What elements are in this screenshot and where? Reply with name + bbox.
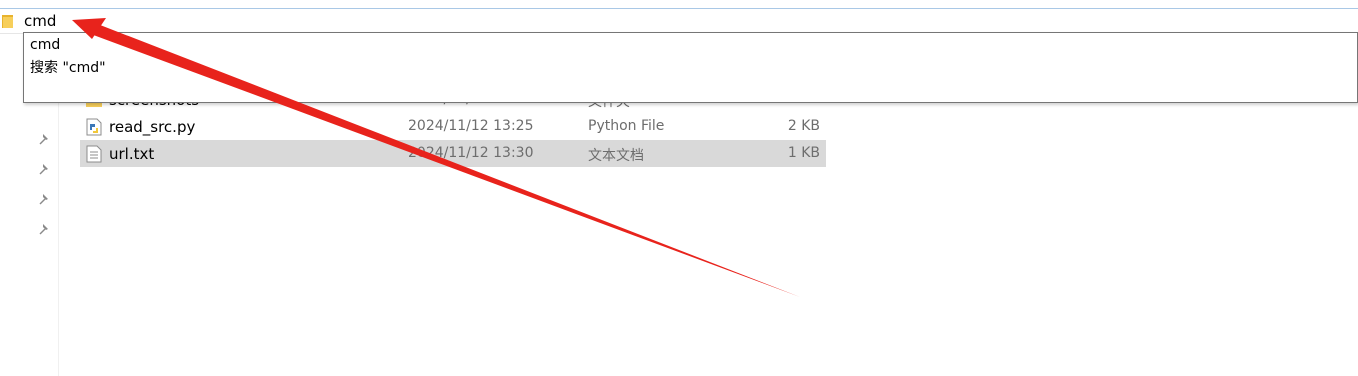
autocomplete-item[interactable]: cmd — [30, 36, 60, 54]
file-name: read_src.py — [109, 118, 196, 136]
pin-icon[interactable] — [38, 192, 52, 206]
address-bar[interactable]: cmd — [0, 9, 1358, 34]
folder-icon — [2, 15, 13, 28]
pin-icon[interactable] — [38, 162, 52, 176]
pin-icon[interactable] — [38, 132, 52, 146]
file-row-selected[interactable]: url.txt 2024/11/12 13:30 文本文档 1 KB — [80, 140, 826, 167]
address-input[interactable]: cmd — [24, 12, 56, 30]
autocomplete-search-item[interactable]: 搜索 "cmd" — [30, 59, 106, 77]
address-autocomplete-dropdown: cmd 搜索 "cmd" — [23, 32, 1358, 103]
text-file-icon — [86, 145, 102, 163]
file-size: 2 KB — [787, 118, 820, 134]
file-date: 2024/11/12 13:30 — [408, 145, 534, 161]
python-file-icon — [86, 118, 102, 136]
file-name: url.txt — [109, 145, 155, 163]
navigation-pane — [0, 90, 59, 376]
file-date: 2024/11/12 13:25 — [408, 118, 534, 134]
pin-icon[interactable] — [38, 222, 52, 236]
file-type: Python File — [588, 118, 665, 134]
file-size: 1 KB — [787, 145, 820, 161]
file-row[interactable]: read_src.py 2024/11/12 13:25 Python File… — [80, 113, 826, 140]
file-type: 文本文档 — [588, 148, 644, 164]
